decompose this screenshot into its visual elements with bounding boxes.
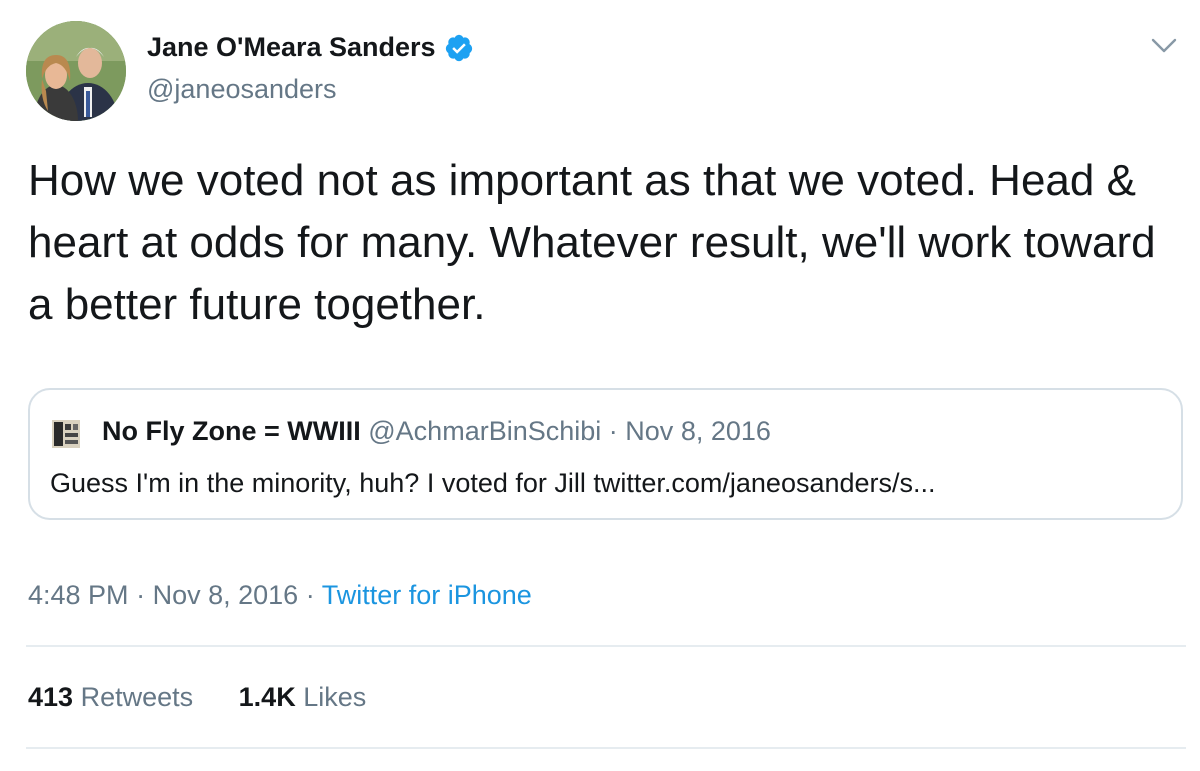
quoted-separator: · <box>608 416 618 446</box>
meta-separator-2: · <box>305 580 315 610</box>
verified-badge-icon <box>444 33 474 63</box>
tweet-time[interactable]: 4:48 PM <box>28 580 129 610</box>
tweet-source-link[interactable]: Twitter for iPhone <box>322 580 532 610</box>
quoted-author-name[interactable]: No Fly Zone = WWIII <box>102 416 361 446</box>
likes-stat[interactable]: 1.4K Likes <box>239 682 367 712</box>
divider-bottom <box>26 747 1186 749</box>
quoted-text: Guess I'm in the minority, huh? I voted … <box>50 468 936 498</box>
quoted-avatar[interactable] <box>52 420 80 448</box>
retweets-label: Retweets <box>80 682 194 712</box>
quoted-author-handle[interactable]: @AchmarBinSchibi <box>368 416 601 446</box>
likes-label: Likes <box>303 682 367 712</box>
quoted-tweet[interactable]: No Fly Zone = WWIII @AchmarBinSchibi · N… <box>28 388 1183 520</box>
tweet-meta: 4:48 PM · Nov 8, 2016 · Twitter for iPho… <box>28 580 532 611</box>
author-name-row[interactable]: Jane O'Meara Sanders <box>147 32 474 63</box>
retweets-count: 413 <box>28 682 74 712</box>
chevron-down-icon[interactable] <box>1150 34 1178 58</box>
author-name[interactable]: Jane O'Meara Sanders <box>147 32 436 63</box>
likes-count: 1.4K <box>238 682 296 712</box>
quoted-header: No Fly Zone = WWIII @AchmarBinSchibi · N… <box>102 416 771 447</box>
divider-top <box>26 645 1186 647</box>
tweet-text: How we voted not as important as that we… <box>28 156 1156 329</box>
author-handle[interactable]: @janeosanders <box>147 74 337 105</box>
avatar-photo <box>26 21 126 121</box>
tweet-date[interactable]: Nov 8, 2016 <box>153 580 299 610</box>
meta-separator: · <box>136 580 146 610</box>
tweet-stats: 413 Retweets 1.4K Likes <box>28 682 404 713</box>
retweets-stat[interactable]: 413 Retweets <box>28 682 201 712</box>
quoted-date[interactable]: Nov 8, 2016 <box>625 416 771 446</box>
author-avatar[interactable] <box>26 21 126 121</box>
